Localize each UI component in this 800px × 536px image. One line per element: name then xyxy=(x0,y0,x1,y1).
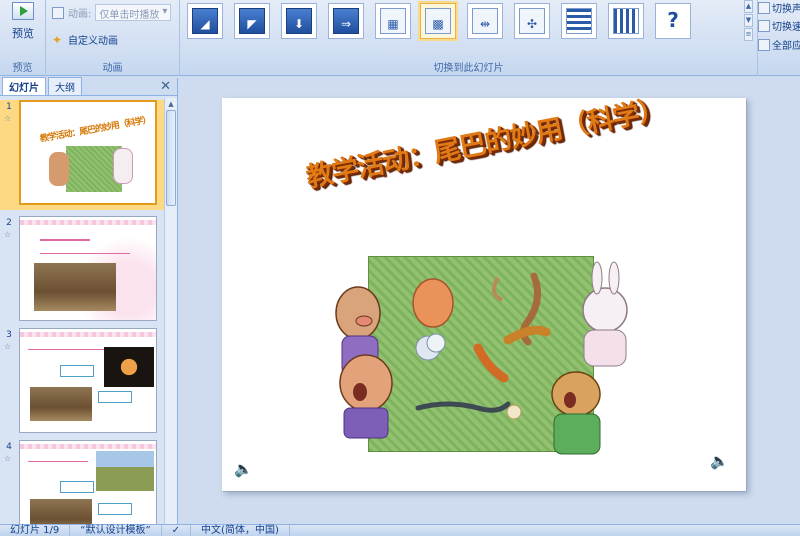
transition-cover-left-up[interactable]: ◤ xyxy=(234,3,270,39)
sound-icon[interactable]: 🔈 xyxy=(234,460,253,478)
slide-thumbnails: 1 ☆ 教学活动：尾巴的妙用（科学） 2 ☆ 3 ☆ 4 ☆ xyxy=(0,98,164,524)
transition-shape[interactable]: ✣ xyxy=(514,3,550,39)
transition-group-label: 切换到此幻灯片 xyxy=(433,63,504,74)
animation-select[interactable]: 仅单击时播放 xyxy=(95,4,172,21)
scroll-thumb[interactable] xyxy=(166,110,176,206)
pig-character-top xyxy=(335,286,381,340)
gallery-more-icon[interactable]: ≡ xyxy=(744,28,753,41)
slide-thumbnail[interactable]: 4 ☆ xyxy=(0,440,164,524)
scroll-up-icon[interactable]: ▲ xyxy=(165,98,177,110)
apply-to-all-button[interactable]: 全部应 xyxy=(758,37,800,52)
transition-checker[interactable]: ▦ xyxy=(375,3,411,39)
animation-star-icon: ☆ xyxy=(4,114,12,123)
slide-thumbnail[interactable]: 2 ☆ xyxy=(0,216,164,322)
apply-all-icon xyxy=(758,38,770,51)
slide-indicator: 幻灯片 1/9 xyxy=(0,524,71,536)
transition-speed[interactable]: 切换速 xyxy=(758,18,800,33)
status-bar: 幻灯片 1/9 “默认设计模板” ✓ 中文(简体，中国) xyxy=(0,524,800,536)
preview-group-label: 预览 xyxy=(12,63,33,74)
thumbnail-image xyxy=(19,440,157,524)
transition-push-right[interactable]: ⇒ xyxy=(328,3,364,39)
spellcheck-icon[interactable]: ✓ xyxy=(162,524,192,536)
thumbnail-image xyxy=(19,216,157,321)
transition-push-down[interactable]: ⬇ xyxy=(281,3,317,39)
animation-icon xyxy=(52,6,64,19)
transition-blinds-vertical[interactable] xyxy=(608,3,644,39)
help-icon: ? xyxy=(667,8,679,32)
speed-icon xyxy=(758,19,770,32)
animation-label: 动画: xyxy=(68,9,92,20)
slide-thumbnail[interactable]: 3 ☆ xyxy=(0,328,164,434)
snake-tail-shape xyxy=(415,401,511,413)
ribbon: 预览 预览 动画: 仅单击时播放 ✦ 自定义动画 动画 ◢ ◤ ⬇ ⇒ ▦ ▩ … xyxy=(0,0,800,76)
transition-cover-down[interactable]: ◢ xyxy=(187,3,223,39)
animation-star-icon: ☆ xyxy=(4,230,12,239)
tab-slides[interactable]: 幻灯片 xyxy=(2,77,46,95)
theme-name[interactable]: “默认设计模板” xyxy=(70,524,162,536)
pig-character-bottom xyxy=(339,354,393,412)
transition-checker-selected[interactable]: ▩ xyxy=(420,3,456,39)
thumbnails-scrollbar[interactable]: ▲ xyxy=(164,98,177,524)
sound-icon xyxy=(758,1,770,14)
thumbnail-image: 教学活动：尾巴的妙用（科学） xyxy=(19,100,157,205)
preview-group: 预览 预览 xyxy=(0,0,46,76)
transition-sound[interactable]: 切换声 xyxy=(758,0,800,15)
transition-blinds-horizontal[interactable] xyxy=(561,3,597,39)
animation-group-label: 动画 xyxy=(102,63,123,74)
slide-title[interactable]: 教学活动：尾巴的妙用（科学） xyxy=(302,87,667,195)
close-icon[interactable]: ✕ xyxy=(160,79,171,94)
lizard-tail-shape xyxy=(473,343,509,383)
gallery-scroll[interactable]: ▲ ▼ ≡ xyxy=(744,0,753,44)
tab-outline[interactable]: 大纲 xyxy=(48,77,82,95)
preview-label: 预览 xyxy=(12,27,34,40)
slide-thumbnail[interactable]: 1 ☆ 教学活动：尾巴的妙用（科学） xyxy=(0,100,164,210)
transition-help[interactable]: ? xyxy=(655,3,691,39)
animation-star-icon: ☆ xyxy=(4,454,12,463)
preview-button[interactable]: 预览 xyxy=(3,2,43,52)
pane-tabs: 幻灯片 大纲 ✕ xyxy=(0,77,177,96)
small-tail-shape xyxy=(491,276,504,302)
custom-animation-label: 自定义动画 xyxy=(68,36,118,47)
language-indicator[interactable]: 中文(简体，中国) xyxy=(191,524,290,536)
preview-icon xyxy=(12,2,34,20)
cartoon-illustration[interactable] xyxy=(318,248,648,480)
sound-icon[interactable]: 🔈 xyxy=(710,452,729,470)
gallery-down-icon[interactable]: ▼ xyxy=(744,14,753,27)
slide-editor: 教学活动：尾巴的妙用（科学） 🔈 🔈 xyxy=(180,78,800,524)
slides-pane: 幻灯片 大纲 ✕ 1 ☆ 教学活动：尾巴的妙用（科学） 2 ☆ 3 ☆ 4 ☆ … xyxy=(0,77,178,524)
gallery-up-icon[interactable]: ▲ xyxy=(744,0,753,13)
thumbnail-image xyxy=(19,328,157,433)
animation-star-icon: ☆ xyxy=(4,342,12,351)
current-slide[interactable]: 教学活动：尾巴的妙用（科学） 🔈 🔈 xyxy=(222,94,746,491)
custom-animation-icon: ✦ xyxy=(52,32,63,47)
transition-group: ◢ ◤ ⬇ ⇒ ▦ ▩ ⇹ ✣ ? 切换到此幻灯片 xyxy=(180,0,758,76)
cat-character xyxy=(551,371,601,417)
custom-animation-button[interactable]: ✦ 自定义动画 xyxy=(52,32,118,48)
rabbit-character xyxy=(582,287,628,333)
animation-group: 动画: 仅单击时播放 ✦ 自定义动画 动画 xyxy=(46,0,180,76)
tails-drawing xyxy=(335,261,628,455)
fox-tail-shape xyxy=(412,278,454,328)
transition-split[interactable]: ⇹ xyxy=(467,3,503,39)
